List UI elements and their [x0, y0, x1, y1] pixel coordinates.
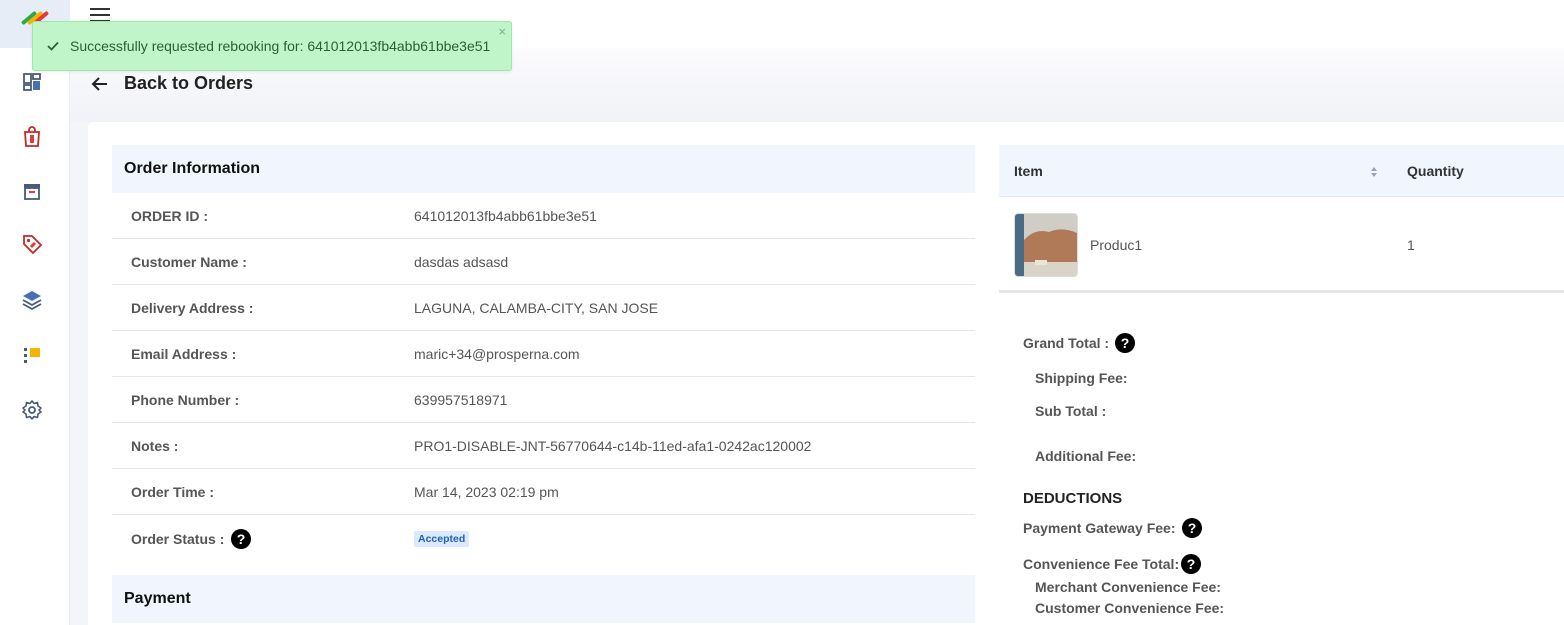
info-label: Delivery Address : [131, 300, 254, 316]
info-row-email-address: Email Address : maric+34@prosperna.com [112, 331, 975, 377]
info-value: dasdas adsasd [414, 254, 509, 270]
info-value: 639957518971 [414, 392, 508, 408]
product-thumbnail [1014, 213, 1078, 277]
dashboard-icon[interactable] [20, 70, 44, 94]
order-information-heading: Order Information [112, 145, 975, 193]
info-row-customer-name: Customer Name : dasdas adsasd [112, 239, 975, 285]
info-row-delivery-address: Delivery Address : LAGUNA, CALAMBA-CITY,… [112, 285, 975, 331]
toast-message: Successfully requested rebooking for: 64… [70, 38, 491, 54]
hamburger-menu-icon[interactable] [90, 8, 110, 22]
info-label: Order Status : [131, 531, 225, 547]
shipping-fee-label: Shipping Fee: [1035, 370, 1128, 386]
sub-total-label: Sub Total : [1035, 403, 1107, 419]
info-value: maric+34@prosperna.com [414, 346, 580, 362]
status-badge: Accepted [414, 531, 470, 547]
info-label: Email Address : [131, 346, 237, 362]
product-quantity: 1 [1407, 237, 1415, 253]
info-label: Notes : [131, 438, 179, 454]
convenience-fee-total-label: Convenience Fee Total: [1023, 556, 1180, 572]
archive-icon[interactable] [20, 179, 44, 203]
table-row: Produc1 1 [999, 197, 1564, 293]
info-label: Phone Number : [131, 392, 240, 408]
info-value: PRO1-DISABLE-JNT-56770644-c14b-11ed-afa1… [414, 438, 812, 454]
sort-icon[interactable] [1370, 166, 1378, 178]
shopping-bag-icon[interactable] [20, 125, 44, 149]
deductions-heading: DEDUCTIONS [1023, 490, 1123, 507]
success-toast: Successfully requested rebooking for: 64… [32, 21, 512, 71]
column-header-quantity: Quantity [1407, 163, 1464, 179]
sidebar [0, 0, 70, 625]
payment-gateway-fee-label: Payment Gateway Fee: [1023, 520, 1176, 536]
info-value: LAGUNA, CALAMBA-CITY, SAN JOSE [414, 300, 659, 316]
back-arrow-icon[interactable] [90, 74, 110, 94]
info-row-order-status: Order Status : ? Accepted [112, 515, 975, 567]
info-value: 641012013fb4abb61bbe3e51 [414, 208, 597, 224]
info-row-phone-number: Phone Number : 639957518971 [112, 377, 975, 423]
help-icon[interactable]: ? [1182, 518, 1202, 538]
column-header-item[interactable]: Item [1014, 163, 1043, 179]
help-icon[interactable]: ? [1115, 333, 1135, 353]
close-icon[interactable]: × [498, 24, 506, 39]
info-row-notes: Notes : PRO1-DISABLE-JNT-56770644-c14b-1… [112, 423, 975, 469]
layers-icon[interactable] [20, 288, 44, 312]
list-icon[interactable] [20, 343, 44, 367]
product-name[interactable]: Produc1 [1090, 237, 1142, 253]
info-row-order-id: ORDER ID : 641012013fb4abb61bbe3e51 [112, 193, 975, 239]
check-icon [47, 41, 59, 51]
payment-heading: Payment [112, 575, 975, 623]
gear-icon[interactable] [20, 398, 44, 422]
customer-convenience-fee-label: Customer Convenience Fee: [1035, 600, 1225, 616]
grand-total-label: Grand Total : [1023, 335, 1110, 351]
info-row-order-time: Order Time : Mar 14, 2023 02:19 pm [112, 469, 975, 515]
additional-fee-label: Additional Fee: [1035, 448, 1137, 464]
info-label: Customer Name : [131, 254, 247, 270]
info-label: ORDER ID : [131, 208, 208, 224]
info-value: Mar 14, 2023 02:19 pm [414, 484, 559, 500]
merchant-convenience-fee-label: Merchant Convenience Fee: [1035, 579, 1221, 595]
back-to-orders-link[interactable]: Back to Orders [124, 73, 253, 94]
help-icon[interactable]: ? [231, 529, 251, 549]
items-table-header: Item Quantity [999, 145, 1564, 197]
tag-icon[interactable] [20, 232, 44, 256]
info-label: Order Time : [131, 484, 214, 500]
help-icon[interactable]: ? [1181, 554, 1201, 574]
